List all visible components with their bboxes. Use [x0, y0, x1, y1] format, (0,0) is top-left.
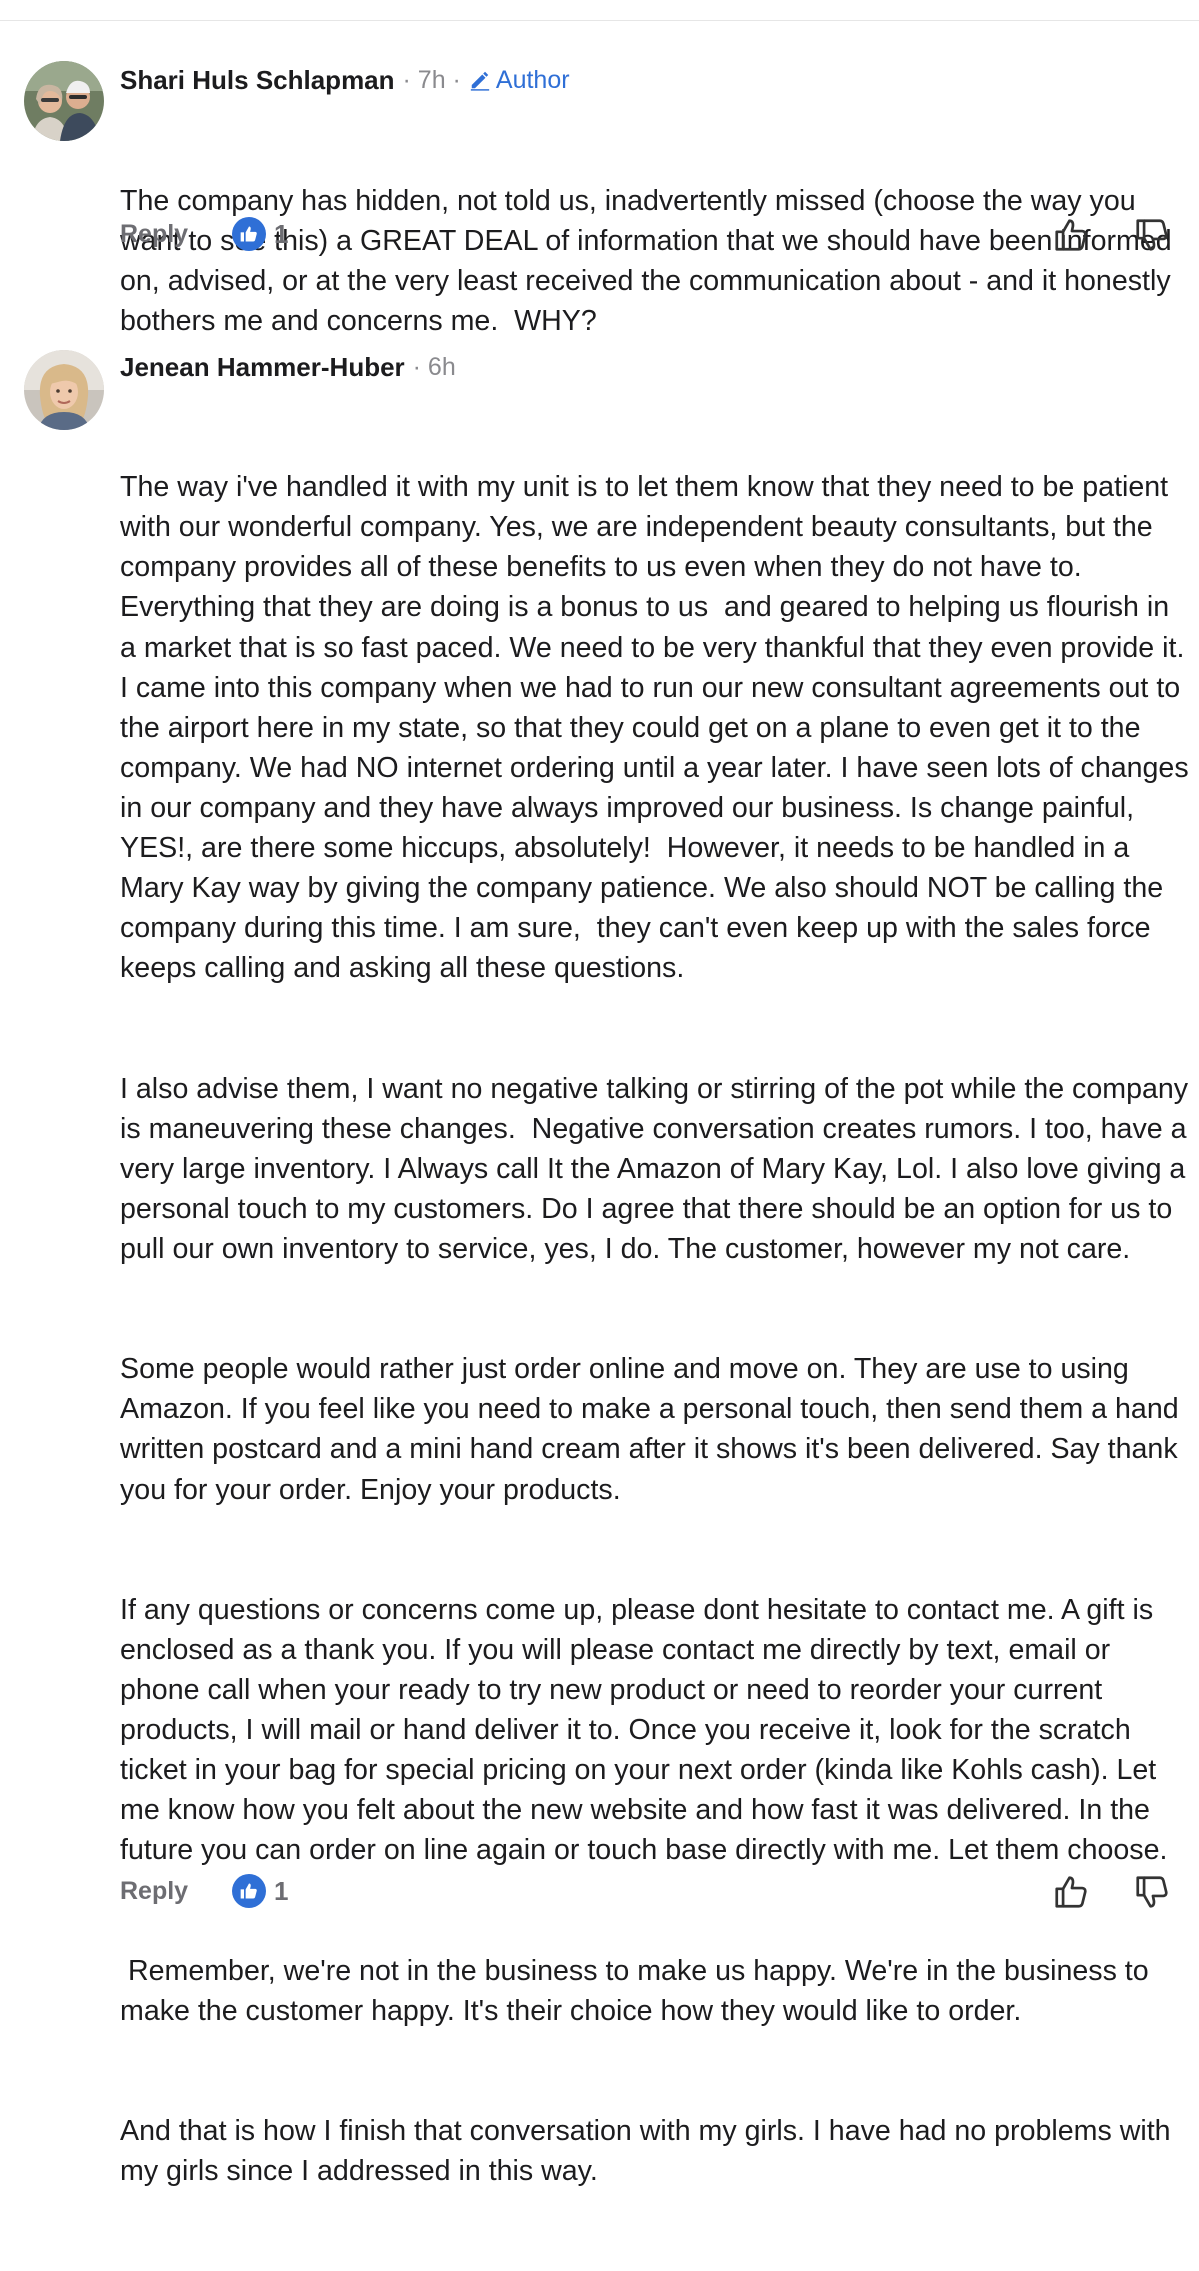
avatar[interactable] — [24, 350, 104, 430]
comment-paragraph: If any questions or concerns come up, pl… — [120, 1593, 1168, 1867]
comment-body: The way i've handled it with my unit is … — [120, 387, 1190, 2271]
comment-paragraph: The company has hidden, not told us, ina… — [120, 185, 1180, 338]
comment-paragraph: And that is how I finish that conversati… — [120, 2115, 1179, 2188]
comment-paragraph: Remember, we're not in the business to m… — [120, 1954, 1157, 2027]
reply-button[interactable]: Reply — [120, 1871, 188, 1911]
profile-photo-icon — [24, 61, 104, 141]
like-reaction-icon — [232, 217, 266, 251]
like-reaction-icon — [232, 1874, 266, 1908]
comment-timestamp: · 7h · — [402, 65, 461, 94]
comment-paragraph: The way i've handled it with my unit is … — [120, 471, 1197, 985]
like-count: 1 — [274, 218, 289, 249]
comment-actions: Reply 1 — [120, 1871, 1180, 1911]
comment-author-name[interactable]: Jenean Hammer-Huber — [120, 352, 405, 383]
author-badge: Author — [469, 66, 570, 95]
reaction-summary[interactable]: 1 — [232, 1873, 288, 1909]
comment-paragraph: I also advise them, I want no negative t… — [120, 1072, 1197, 1265]
thumbs-up-icon[interactable] — [1052, 216, 1090, 254]
reply-button[interactable]: Reply — [120, 214, 188, 254]
comment-author-name[interactable]: Shari Huls Schlapman — [120, 65, 395, 96]
reaction-summary[interactable]: 1 — [232, 216, 288, 252]
top-divider — [0, 20, 1199, 21]
thumbs-down-icon[interactable] — [1133, 216, 1171, 254]
comment-timestamp: · 6h — [412, 352, 456, 381]
thumbs-down-icon[interactable] — [1133, 1873, 1171, 1911]
author-badge-label: Author — [495, 65, 570, 94]
profile-photo-icon — [24, 350, 104, 430]
comment-actions: Reply 1 — [120, 214, 1180, 254]
thumbs-up-icon[interactable] — [1052, 1873, 1090, 1911]
pencil-icon — [470, 71, 490, 91]
avatar[interactable] — [24, 61, 104, 141]
comment-paragraph: Some people would rather just order onli… — [120, 1353, 1187, 1506]
like-count: 1 — [274, 1875, 289, 1906]
